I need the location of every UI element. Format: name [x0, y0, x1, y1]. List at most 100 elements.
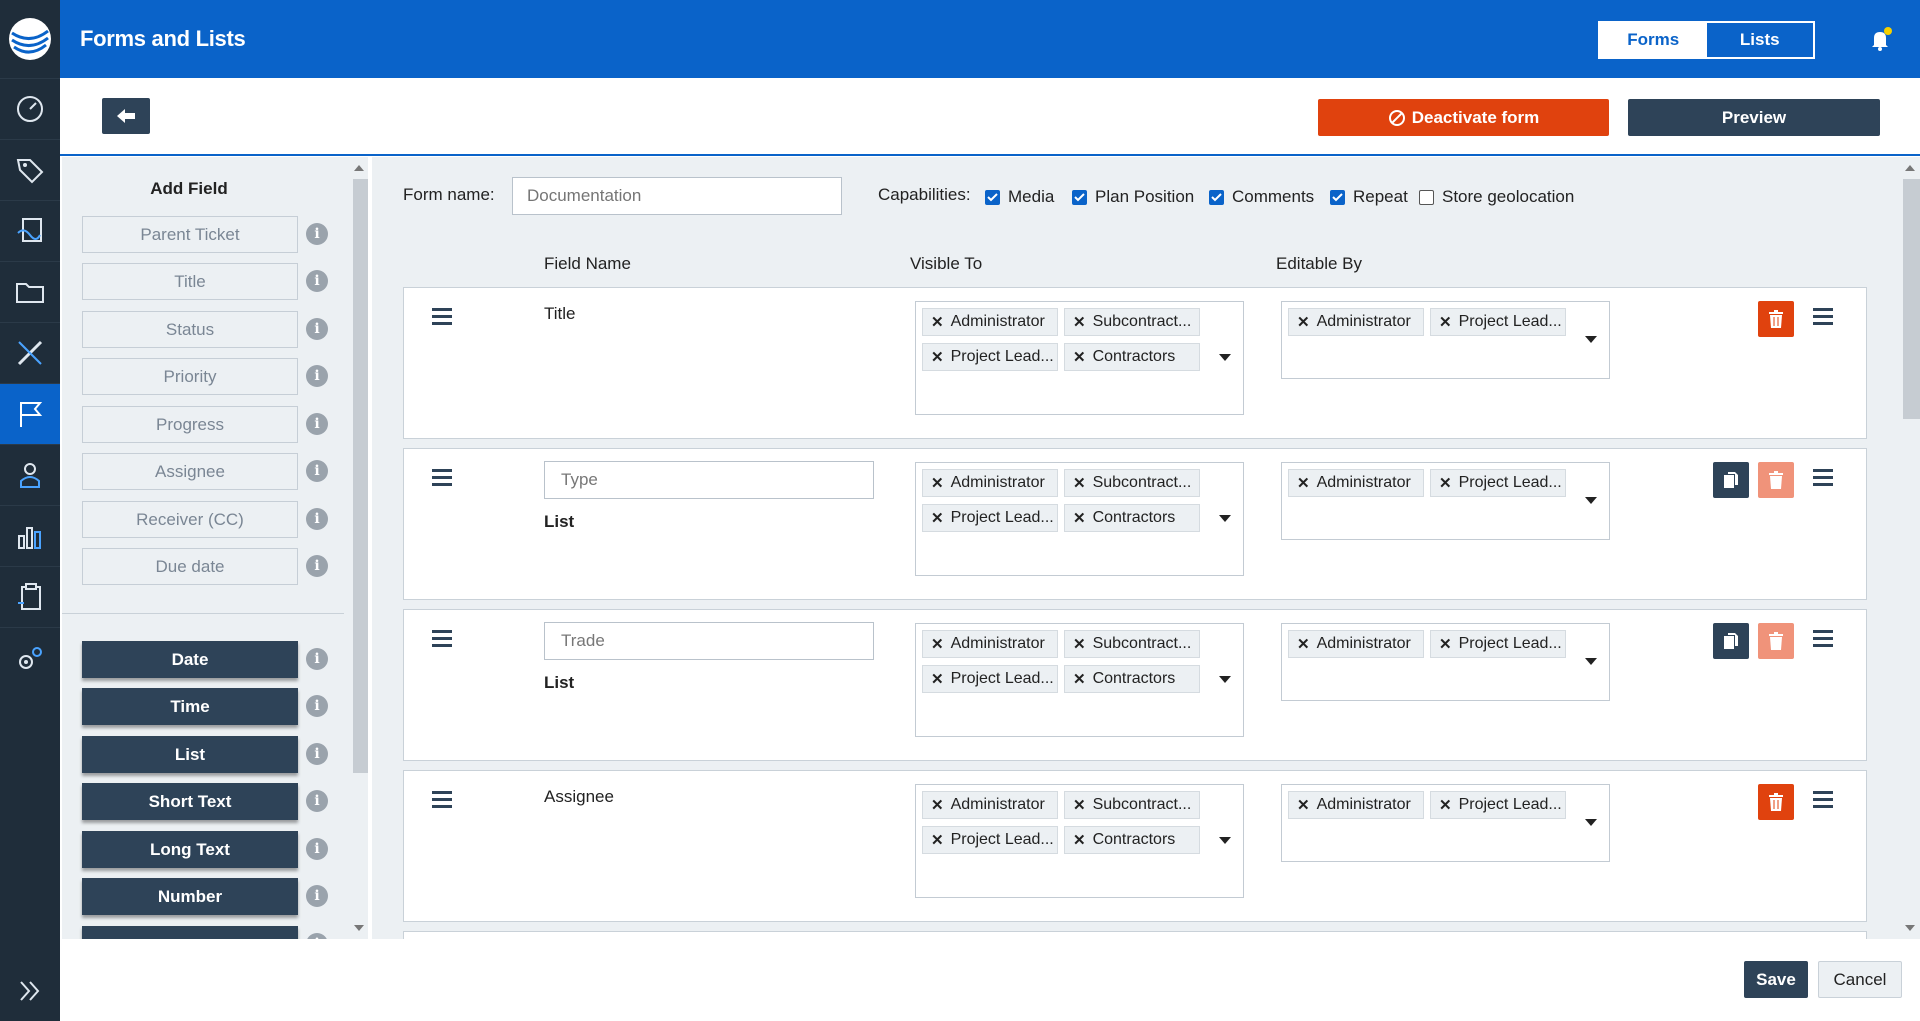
app-logo[interactable] [0, 0, 60, 78]
remove-tag-icon[interactable]: ✕ [1073, 509, 1086, 527]
expand-nav-button[interactable] [0, 961, 60, 1021]
role-tag[interactable]: ✕ Contractors [1064, 343, 1200, 371]
remove-tag-icon[interactable]: ✕ [1073, 635, 1086, 653]
drag-handle-icon[interactable] [432, 308, 452, 325]
drag-handle-icon[interactable] [432, 630, 452, 647]
info-icon[interactable]: i [306, 460, 328, 482]
remove-tag-icon[interactable]: ✕ [1073, 670, 1086, 688]
row-menu-icon[interactable] [1813, 791, 1833, 808]
row-menu-icon[interactable] [1813, 308, 1833, 325]
nav-dashboard[interactable] [0, 78, 60, 139]
role-tag[interactable]: ✕ Project Lead... [1430, 791, 1566, 819]
remove-tag-icon[interactable]: ✕ [931, 313, 944, 331]
info-icon[interactable]: i [306, 508, 328, 530]
drag-handle-icon[interactable] [432, 469, 452, 486]
editable-by-select[interactable]: ✕ Administrator ✕ Project Lead... [1281, 462, 1610, 540]
nav-folders[interactable] [0, 261, 60, 322]
drag-handle-icon[interactable] [432, 791, 452, 808]
toggle-forms[interactable]: Forms [1600, 23, 1707, 57]
deactivate-form-button[interactable]: Deactivate form [1318, 99, 1609, 136]
field-name-input[interactable]: Type [544, 461, 874, 499]
add-field-date[interactable]: Date [82, 641, 298, 678]
delete-field-button[interactable] [1758, 784, 1794, 820]
info-icon[interactable]: i [306, 790, 328, 812]
nav-forms[interactable] [0, 383, 60, 444]
copy-field-button[interactable] [1713, 623, 1749, 659]
dropdown-caret-icon[interactable] [1585, 819, 1597, 826]
role-tag[interactable]: ✕ Administrator [1288, 791, 1424, 819]
info-icon[interactable]: i [306, 318, 328, 340]
checkbox-checked[interactable] [1330, 189, 1345, 205]
add-field-assignee[interactable]: Assignee [82, 453, 298, 490]
field-panel-scroll-thumb[interactable] [353, 179, 368, 773]
nav-statistics[interactable] [0, 505, 60, 566]
form-name-input[interactable] [512, 177, 842, 215]
remove-tag-icon[interactable]: ✕ [1297, 474, 1310, 492]
checkbox-checked[interactable] [1072, 189, 1087, 205]
cancel-button[interactable]: Cancel [1818, 961, 1902, 998]
remove-tag-icon[interactable]: ✕ [1439, 796, 1452, 814]
remove-tag-icon[interactable]: ✕ [931, 509, 944, 527]
role-tag[interactable]: ✕ Subcontract... [1064, 630, 1200, 658]
editable-by-select[interactable]: ✕ Administrator ✕ Project Lead... [1281, 301, 1610, 379]
add-field-priority[interactable]: Priority [82, 358, 298, 395]
info-icon[interactable]: i [306, 885, 328, 907]
role-tag[interactable]: ✕ Administrator [922, 308, 1058, 336]
capability-plan-position[interactable]: Plan Position [1072, 187, 1194, 207]
remove-tag-icon[interactable]: ✕ [931, 831, 944, 849]
dropdown-caret-icon[interactable] [1585, 497, 1597, 504]
scroll-down-arrow[interactable] [1905, 925, 1915, 931]
role-tag[interactable]: ✕ Administrator [922, 630, 1058, 658]
role-tag[interactable]: ✕ Subcontract... [1064, 308, 1200, 336]
remove-tag-icon[interactable]: ✕ [1439, 313, 1452, 331]
add-field-receiver-cc[interactable]: Receiver (CC) [82, 501, 298, 538]
preview-button[interactable]: Preview [1628, 99, 1880, 136]
delete-field-button[interactable] [1758, 301, 1794, 337]
nav-settings[interactable] [0, 627, 60, 688]
dropdown-caret-icon[interactable] [1219, 837, 1231, 844]
editable-by-select[interactable]: ✕ Administrator ✕ Project Lead... [1281, 623, 1610, 701]
info-icon[interactable]: i [306, 270, 328, 292]
role-tag[interactable]: ✕ Administrator [1288, 630, 1424, 658]
add-field-time[interactable]: Time [82, 688, 298, 725]
field-name-input[interactable]: Trade [544, 622, 874, 660]
role-tag[interactable]: ✕ Administrator [922, 791, 1058, 819]
role-tag[interactable]: ✕ Project Lead... [1430, 308, 1566, 336]
add-field-list[interactable]: List [82, 736, 298, 773]
remove-tag-icon[interactable]: ✕ [931, 670, 944, 688]
add-field-long-text[interactable]: Long Text [82, 831, 298, 868]
dropdown-caret-icon[interactable] [1585, 336, 1597, 343]
info-icon[interactable]: i [306, 743, 328, 765]
add-field-parent-ticket[interactable]: Parent Ticket [82, 216, 298, 253]
nav-checklists[interactable] [0, 566, 60, 627]
checkbox-checked[interactable] [985, 189, 1000, 205]
remove-tag-icon[interactable]: ✕ [1439, 474, 1452, 492]
info-icon[interactable]: i [306, 413, 328, 435]
role-tag[interactable]: ✕ Administrator [1288, 308, 1424, 336]
remove-tag-icon[interactable]: ✕ [1073, 348, 1086, 366]
remove-tag-icon[interactable]: ✕ [931, 348, 944, 366]
capability-comments[interactable]: Comments [1209, 187, 1314, 207]
remove-tag-icon[interactable]: ✕ [1073, 796, 1086, 814]
role-tag[interactable]: ✕ Contractors [1064, 665, 1200, 693]
info-icon[interactable]: i [306, 555, 328, 577]
copy-field-button[interactable] [1713, 462, 1749, 498]
role-tag[interactable]: ✕ Project Lead... [1430, 469, 1566, 497]
visible-to-select[interactable]: ✕ Administrator ✕ Subcontract... ✕ Project … [915, 623, 1244, 737]
nav-tags[interactable] [0, 139, 60, 200]
dropdown-caret-icon[interactable] [1219, 676, 1231, 683]
add-field-status[interactable]: Status [82, 311, 298, 348]
scroll-up-arrow[interactable] [1905, 165, 1915, 171]
row-menu-icon[interactable] [1813, 469, 1833, 486]
editable-by-select[interactable]: ✕ Administrator ✕ Project Lead... [1281, 784, 1610, 862]
dropdown-caret-icon[interactable] [1219, 354, 1231, 361]
add-field-more[interactable] [82, 926, 298, 939]
toggle-lists[interactable]: Lists [1706, 23, 1813, 57]
info-icon[interactable]: i [306, 838, 328, 860]
scroll-down-arrow[interactable] [354, 925, 364, 931]
add-field-progress[interactable]: Progress [82, 406, 298, 443]
editor-scroll-thumb[interactable] [1903, 179, 1920, 419]
visible-to-select[interactable]: ✕ Administrator ✕ Subcontract... ✕ Project … [915, 784, 1244, 898]
role-tag[interactable]: ✕ Contractors [1064, 504, 1200, 532]
remove-tag-icon[interactable]: ✕ [931, 635, 944, 653]
